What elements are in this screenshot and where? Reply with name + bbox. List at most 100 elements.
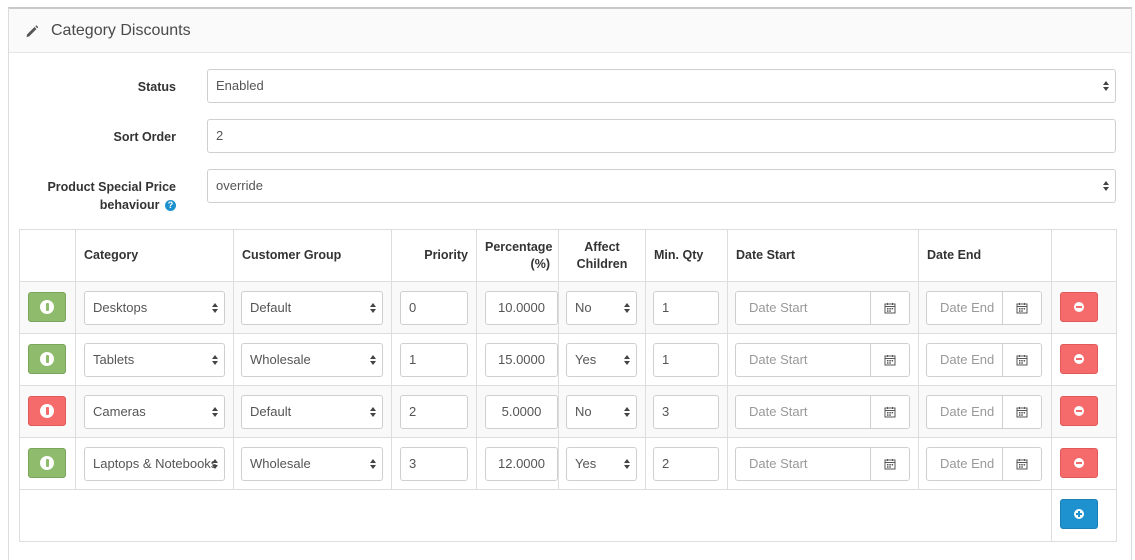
- date-start-input[interactable]: Date Start: [735, 291, 910, 325]
- group-cell: Wholesale: [233, 437, 392, 490]
- toggle-status-button[interactable]: [28, 292, 66, 322]
- category-select[interactable]: Tablets: [84, 343, 225, 377]
- actions-cell: [1051, 385, 1117, 438]
- min-qty-cell: 1: [645, 281, 728, 334]
- toggle-status-button[interactable]: [28, 448, 66, 478]
- col-min-qty: Min. Qty: [645, 229, 728, 282]
- special-price-label-line1: Product Special Price: [47, 180, 176, 194]
- category-select[interactable]: Laptops & Notebooks: [84, 447, 225, 481]
- date-start-calendar-button[interactable]: [870, 292, 909, 324]
- select-arrows-icon: [1103, 81, 1109, 91]
- date-start-cell: Date Start: [727, 385, 919, 438]
- add-row-button[interactable]: [1060, 499, 1098, 529]
- group-cell: Default: [233, 385, 392, 438]
- discounts-table: Category Customer Group Priority Percent…: [19, 229, 1117, 542]
- affect-cell: No: [558, 385, 646, 438]
- date-start-input[interactable]: Date Start: [735, 447, 910, 481]
- category-select[interactable]: Desktops: [84, 291, 225, 325]
- date-start-placeholder: Date Start: [749, 300, 808, 315]
- percentage-input[interactable]: 12.0000: [485, 447, 558, 481]
- group-cell: Wholesale: [233, 333, 392, 386]
- priority-input[interactable]: 3: [400, 447, 468, 481]
- calendar-icon: [1016, 303, 1028, 314]
- priority-cell: 0: [391, 281, 477, 334]
- priority-input[interactable]: 0: [400, 291, 468, 325]
- category-select[interactable]: Cameras: [84, 395, 225, 429]
- priority-value: 1: [409, 352, 417, 367]
- table-row: Laptops & Notebooks Wholesale 3 12.0000 Yes 2…: [19, 437, 1117, 490]
- customer-group-select[interactable]: Default: [241, 395, 383, 429]
- status-select[interactable]: Enabled: [207, 69, 1116, 103]
- sort-order-input[interactable]: 2: [207, 119, 1116, 153]
- minus-circle-icon: [1074, 406, 1084, 416]
- date-end-calendar-button[interactable]: [1002, 448, 1041, 480]
- date-end-input[interactable]: Date End: [926, 291, 1042, 325]
- special-price-label-line2: behaviour: [99, 198, 160, 212]
- status-cell: [19, 437, 76, 490]
- min-qty-input[interactable]: 1: [653, 291, 719, 325]
- date-start-cell: Date Start: [727, 333, 919, 386]
- date-end-calendar-button[interactable]: [1002, 396, 1041, 428]
- affect-children-select[interactable]: Yes: [566, 343, 637, 377]
- select-arrows-icon: [624, 459, 630, 469]
- remove-row-button[interactable]: [1060, 448, 1098, 478]
- customer-group-value: Default: [250, 300, 292, 315]
- affect-children-select[interactable]: No: [566, 291, 637, 325]
- actions-cell: [1051, 437, 1117, 490]
- percentage-input[interactable]: 5.0000: [485, 395, 558, 429]
- status-cell: [19, 385, 76, 438]
- affect-cell: No: [558, 281, 646, 334]
- calendar-icon: [1016, 459, 1028, 470]
- select-arrows-icon: [370, 459, 376, 469]
- date-start-calendar-button[interactable]: [870, 396, 909, 428]
- percentage-input[interactable]: 10.0000: [485, 291, 558, 325]
- percentage-cell: 12.0000: [476, 437, 559, 490]
- power-icon: [40, 404, 54, 418]
- select-arrows-icon: [212, 355, 218, 365]
- date-start-calendar-button[interactable]: [870, 448, 909, 480]
- remove-row-button[interactable]: [1060, 396, 1098, 426]
- customer-group-select[interactable]: Wholesale: [241, 447, 383, 481]
- select-arrows-icon: [212, 459, 218, 469]
- status-label: Status: [137, 80, 176, 94]
- remove-row-button[interactable]: [1060, 344, 1098, 374]
- percentage-input[interactable]: 15.0000: [485, 343, 558, 377]
- date-end-input[interactable]: Date End: [926, 343, 1042, 377]
- percentage-value: 15.0000: [498, 352, 545, 367]
- date-end-cell: Date End: [918, 281, 1052, 334]
- priority-input[interactable]: 2: [400, 395, 468, 429]
- category-cell: Desktops: [75, 281, 234, 334]
- select-arrows-icon: [624, 407, 630, 417]
- power-icon: [40, 456, 54, 470]
- date-start-placeholder: Date Start: [749, 352, 808, 367]
- toggle-status-button[interactable]: [28, 396, 66, 426]
- customer-group-select[interactable]: Wholesale: [241, 343, 383, 377]
- customer-group-select[interactable]: Default: [241, 291, 383, 325]
- min-qty-input[interactable]: 3: [653, 395, 719, 429]
- select-arrows-icon: [212, 303, 218, 313]
- min-qty-input[interactable]: 2: [653, 447, 719, 481]
- affect-children-select[interactable]: Yes: [566, 447, 637, 481]
- min-qty-cell: 1: [645, 333, 728, 386]
- select-arrows-icon: [212, 407, 218, 417]
- help-icon[interactable]: ?: [165, 200, 176, 212]
- status-cell: [19, 281, 76, 334]
- category-value: Laptops & Notebooks: [93, 456, 218, 471]
- date-end-calendar-button[interactable]: [1002, 344, 1041, 376]
- table-row: Tablets Wholesale 1 15.0000 Yes 1 Date Start Da…: [19, 333, 1117, 386]
- date-start-calendar-button[interactable]: [870, 344, 909, 376]
- date-end-input[interactable]: Date End: [926, 447, 1042, 481]
- toggle-status-button[interactable]: [28, 344, 66, 374]
- special-price-select[interactable]: override: [207, 169, 1116, 203]
- date-end-input[interactable]: Date End: [926, 395, 1042, 429]
- date-end-calendar-button[interactable]: [1002, 292, 1041, 324]
- date-start-input[interactable]: Date Start: [735, 395, 910, 429]
- priority-input[interactable]: 1: [400, 343, 468, 377]
- plus-circle-icon: [1074, 509, 1084, 519]
- affect-children-select[interactable]: No: [566, 395, 637, 429]
- remove-row-button[interactable]: [1060, 292, 1098, 322]
- date-start-input[interactable]: Date Start: [735, 343, 910, 377]
- date-end-placeholder: Date End: [940, 352, 995, 367]
- min-qty-input[interactable]: 1: [653, 343, 719, 377]
- col-percentage: Percentage (%): [476, 229, 559, 282]
